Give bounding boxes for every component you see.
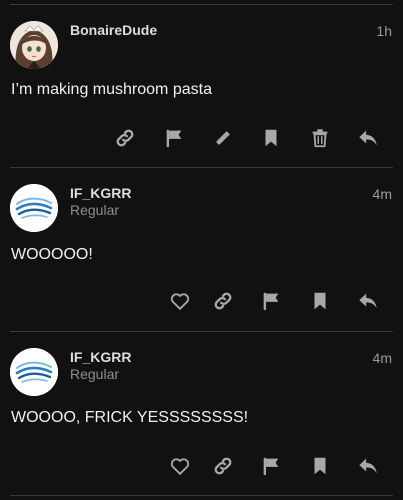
copy-link-button[interactable] [111,124,139,152]
bookmark-button[interactable] [306,287,334,315]
divider-3 [10,495,393,496]
post-time[interactable]: 1h [376,23,392,39]
user-title: Regular [70,202,120,218]
reply-button[interactable] [354,452,382,480]
post-actions [0,287,403,315]
trash-icon [312,129,328,148]
link-icon [116,129,134,147]
edit-button[interactable] [209,124,237,152]
reply-button[interactable] [354,287,382,315]
flag-icon [263,292,279,311]
post-time[interactable]: 4m [373,186,392,202]
post-actions [0,124,403,152]
username[interactable]: IF_KGRR [70,349,131,365]
link-icon [214,292,232,310]
bookmark-icon [314,292,326,310]
post-time[interactable]: 4m [373,350,392,366]
avatar[interactable] [10,184,58,232]
like-button[interactable] [166,287,194,315]
link-icon [214,457,232,475]
user-title: Regular [70,366,120,382]
anime-girl-avatar-icon [10,21,58,69]
flag-button[interactable] [257,452,285,480]
reply-icon [359,130,377,146]
flag-button[interactable] [257,287,285,315]
reply-icon [359,293,377,309]
post-body: WOOOO, FRICK YESSSSSSSS! [11,409,249,426]
heart-icon [170,458,190,476]
flag-button[interactable] [160,124,188,152]
divider-1 [10,167,393,168]
avatar[interactable] [10,21,58,69]
username[interactable]: IF_KGRR [70,185,131,201]
wave-logo-icon [10,348,58,396]
flag-icon [263,457,279,476]
username[interactable]: BonaireDude [70,22,157,38]
post-body: I’m making mushroom pasta [11,81,212,98]
wave-logo-icon [10,184,58,232]
reply-button[interactable] [354,124,382,152]
bookmark-icon [265,129,277,147]
post-actions [0,452,403,480]
post-body: WOOOOO! [11,246,93,263]
flag-icon [166,129,182,148]
bookmark-button[interactable] [257,124,285,152]
reply-icon [359,458,377,474]
bookmark-icon [314,457,326,475]
delete-button[interactable] [306,124,334,152]
copy-link-button[interactable] [209,287,237,315]
copy-link-button[interactable] [209,452,237,480]
pencil-icon [215,131,230,146]
avatar[interactable] [10,348,58,396]
heart-icon [170,293,190,311]
divider-2 [10,331,393,332]
divider-top [10,4,393,5]
bookmark-button[interactable] [306,452,334,480]
like-button[interactable] [166,452,194,480]
